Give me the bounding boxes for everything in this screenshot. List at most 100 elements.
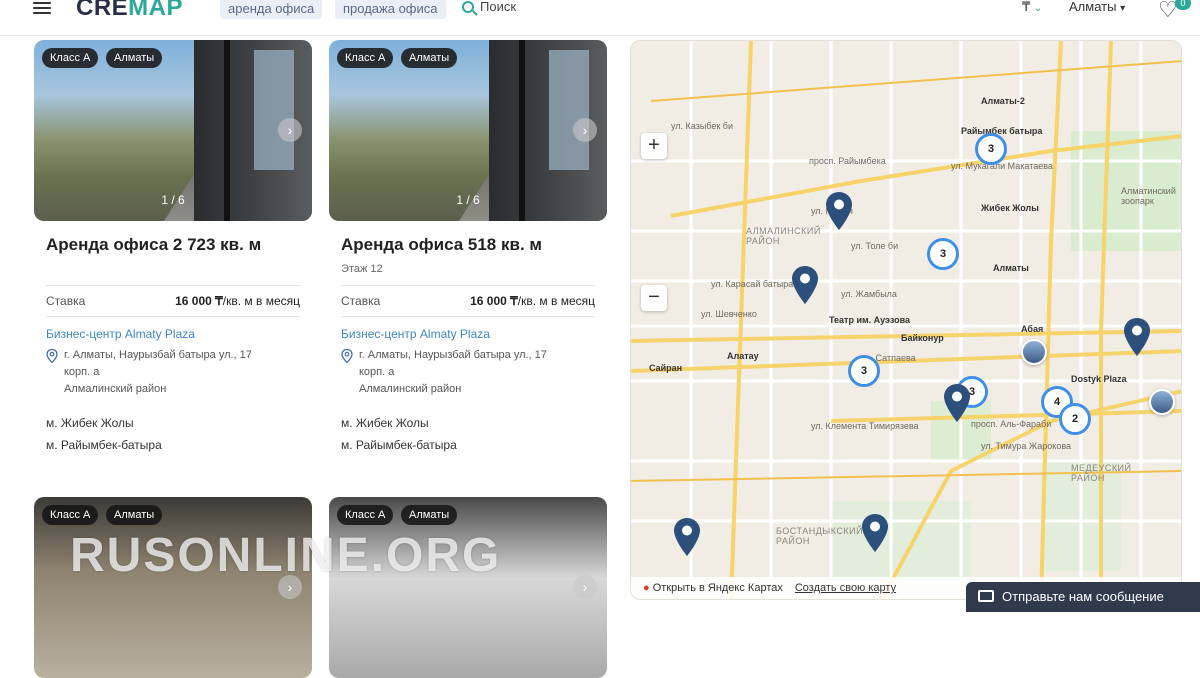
map-marker-icon[interactable] [825,191,853,231]
listing-title[interactable]: Аренда офиса 518 кв. м [341,235,607,255]
search-button[interactable]: Поиск [462,0,516,14]
map-label: ул. Шевченко [701,309,757,319]
location-pin-icon [46,349,58,363]
map-label: ул. Толе би [851,241,899,251]
listing-card[interactable]: Класс А Алматы › [34,497,312,678]
metro-station: м. Жибек Жолы [341,416,429,430]
listing-title[interactable]: Аренда офиса 2 723 кв. м [46,235,312,255]
rate-row: Ставка 16 000 ₸/кв. м в месяц [46,285,300,317]
city-selector[interactable]: Алматы ▾ [1069,0,1125,14]
map[interactable]: Алматы-2 Райымбек батыра Жибек Жолы Алма… [630,40,1182,600]
rate-value: 16 000 ₸/кв. м в месяц [470,294,595,308]
metro-list: м. Жибек Жолы м. Райымбек-батыра [329,412,607,456]
map-marker-icon[interactable] [1123,317,1151,357]
address-block: г. Алматы, Наурызбай батыра ул., 17 корп… [46,347,312,398]
open-yandex-label: Открыть в Яндекс Картах [652,582,783,594]
listing-photo[interactable]: Класс А Алматы › 1 / 6 [34,40,312,221]
rate-row: Ставка 16 000 ₸/кв. м в месяц [341,285,595,317]
menu-icon[interactable] [33,2,51,14]
metro-station: м. Райымбек-батыра [341,438,457,452]
map-marker-icon[interactable] [791,265,819,305]
chevron-right-icon[interactable]: › [573,575,597,599]
chevron-down-icon: ⌄ [1033,3,1043,14]
zoom-in-button[interactable]: + [641,133,667,159]
map-marker-icon[interactable] [673,517,701,557]
listing-card[interactable]: Класс А Алматы › 1 / 6 Аренда офиса 518 … [329,40,607,456]
rate-label: Ставка [46,294,86,308]
map-label: Байконур [901,333,944,343]
favorites-badge: 0 [1175,0,1191,10]
chevron-right-icon[interactable]: › [278,118,302,142]
metro-station: м. Райымбек-батыра [46,438,162,452]
map-cluster[interactable]: 3 [975,133,1007,165]
metro-station: м. Жибек Жолы [46,416,134,430]
address-line: г. Алматы, Наурызбай батыра ул., 17 [64,349,252,361]
currency-label: ₸ [1022,0,1031,14]
rate-value: 16 000 ₸/кв. м в месяц [175,294,300,308]
city-tag: Алматы [106,505,163,525]
map-label: ул. Казыбек би [671,121,733,131]
map-label: просп. Райымбека [809,156,886,166]
rate-amount: 16 000 ₸ [470,294,518,308]
open-yandex-link[interactable]: ● Открыть в Яндекс Картах [643,582,783,594]
map-marker-icon[interactable] [861,513,889,553]
city-tag: Алматы [106,48,163,68]
rate-label: Ставка [341,294,381,308]
map-label: Театр им. Ауэзова [829,315,911,325]
map-marker-icon[interactable] [943,383,971,423]
city-tag: Алматы [401,48,458,68]
address-line: г. Алматы, Наурызбай батыра ул., 17 [359,349,547,361]
district: Алмалинский район [359,383,462,395]
listing-photo[interactable]: Класс А Алматы › [329,497,607,678]
class-tag: Класс А [337,505,394,525]
map-label: МЕДЕУСКИЙ РАЙОН [1071,463,1132,483]
chip-rent-office[interactable]: аренда офиса [220,0,323,19]
map-label: ул. Карасай батыра [711,279,794,289]
listing-card[interactable]: Класс А Алматы › [329,497,607,678]
chevron-down-icon: ▾ [1120,3,1126,14]
rate-unit: /кв. м в месяц [517,294,595,308]
location-pin-icon [341,349,353,363]
map-label: Сайран [649,363,683,373]
create-map-link[interactable]: Создать свою карту [795,582,896,594]
envelope-icon [978,590,994,602]
map-cluster[interactable]: 3 [927,238,959,270]
listing-card[interactable]: Класс А Алматы › 1 / 6 Аренда офиса 2 72… [34,40,312,456]
map-label: ул. Клемента Тимирязева [811,421,919,431]
business-center-link[interactable]: Бизнес-центр Almaty Plaza [46,327,312,341]
chevron-right-icon[interactable]: › [573,118,597,142]
map-label: Абая [1021,324,1044,334]
city-label: Алматы [1069,0,1117,14]
map-label: ул. Жамбыла [841,289,897,299]
map-label: Райымбек батыра [961,126,1043,136]
rate-amount: 16 000 ₸ [175,294,223,308]
watermark: RUSONLINE.ORG [70,529,502,582]
class-tag: Класс А [42,48,99,68]
search-label: Поиск [480,0,517,14]
address-line: корп. а [64,366,100,378]
business-center-link[interactable]: Бизнес-центр Almaty Plaza [341,327,607,341]
top-header: CREMAP аренда офиса продажа офиса Поиск … [0,0,1200,36]
listing-photo[interactable]: Класс А Алматы › 1 / 6 [329,40,607,221]
map-cluster[interactable]: 2 [1059,403,1091,435]
class-tag: Класс А [337,48,394,68]
currency-selector[interactable]: ₸ ⌄ [1022,0,1042,15]
chat-button[interactable]: Отправьте нам сообщение [966,582,1200,612]
search-icon [462,0,474,13]
district: Алмалинский район [64,383,167,395]
map-label: ул. Тимура Жарокова [981,441,1072,451]
map-label: Алматинский зоопарк [1121,186,1176,206]
listing-floor: Этаж 12 [341,263,383,275]
map-photo-marker[interactable] [1149,389,1175,415]
map-label: Алатау [727,351,759,361]
listing-photo[interactable]: Класс А Алматы › [34,497,312,678]
map-label: Жибек Жолы [981,203,1039,213]
logo[interactable]: CREMAP [76,0,183,22]
zoom-out-button[interactable]: − [641,285,667,311]
map-photo-marker[interactable] [1021,339,1047,365]
map-label: просп. Аль-Фараби [971,419,1052,429]
location-pin-icon: ● [643,582,650,594]
map-cluster[interactable]: 3 [848,355,880,387]
metro-list: м. Жибек Жолы м. Райымбек-батыра [34,412,312,456]
chip-sale-office[interactable]: продажа офиса [335,0,446,19]
